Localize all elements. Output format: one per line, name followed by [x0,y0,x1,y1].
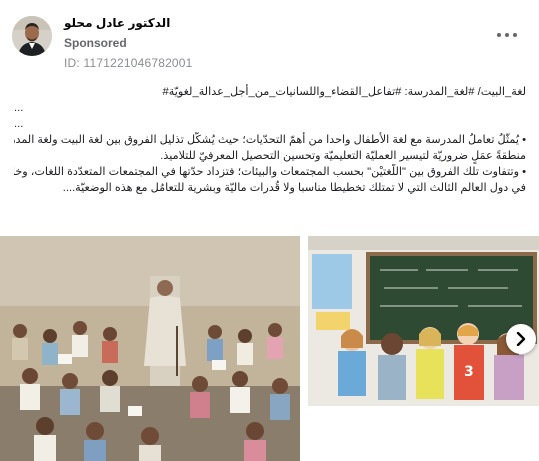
author-avatar[interactable] [12,16,52,56]
ad-id: ID: 1171221046782001 [64,56,193,70]
paragraph-line: منطقةً عمَلٍ ضروريّة لتيسير العمليّة الت… [160,150,526,162]
ellipsis: ... [14,118,24,130]
hashtags[interactable]: لغة_البيت/ #لغة_المدرسة: #تفاعل_القضاء_و… [14,84,526,100]
svg-text:3: 3 [464,364,474,380]
carousel-image-classroom-floor[interactable] [0,236,300,461]
chevron-right-icon [515,332,527,346]
post-text: لغة_البيت/ #لغة_المدرسة: #تفاعل_القضاء_و… [14,84,526,196]
sponsored-label[interactable]: Sponsored [64,36,127,50]
carousel-next-button[interactable] [506,324,536,354]
carousel-image-chalkboard-kids[interactable]: 3 [308,236,539,406]
post-header: الدكتور عادل محلو Sponsored ID: 11712210… [12,12,527,72]
paragraph-line: في دول العالم الثالث التي لا تمتلك تخطيط… [62,182,526,194]
ellipsis: ... [14,102,24,114]
paragraph-line: • وتتفاوت تلك الفروق بين "اللُّغتيْن" بح… [14,166,526,178]
sponsored-post: الدكتور عادل محلو Sponsored ID: 11712210… [0,0,539,461]
paragraph-line: • يُمثّلُ تعاملُ المدرسة مع لغة الأطفال … [14,134,526,146]
author-name[interactable]: الدكتور عادل محلو [64,16,170,30]
more-options-icon[interactable] [495,30,519,40]
image-carousel: 3 [0,236,539,461]
